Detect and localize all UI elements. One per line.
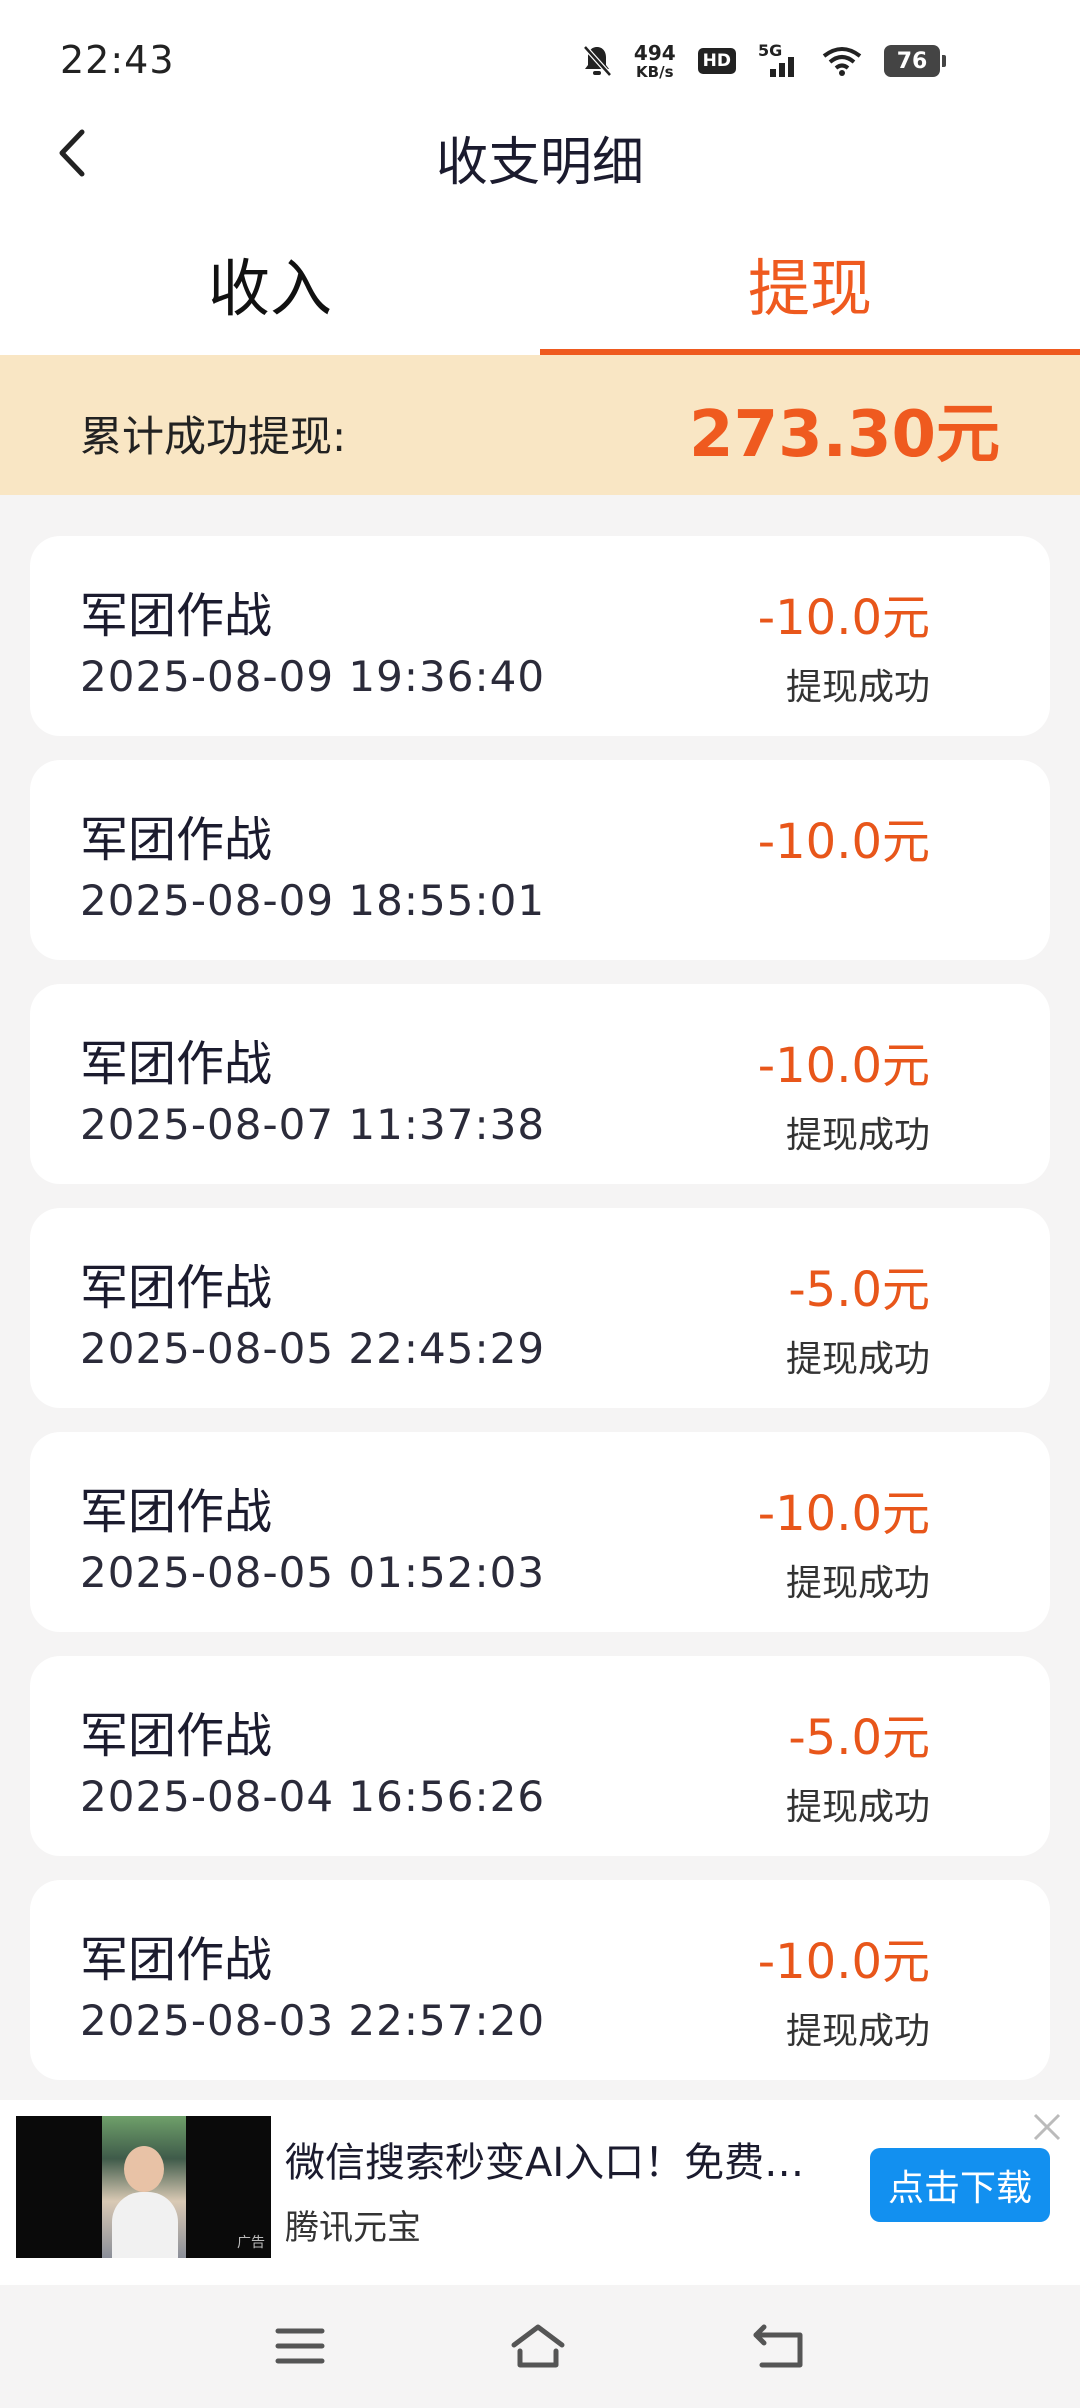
record-amount: -5.0元 [788,1262,930,1318]
network-speed-value: 494 [633,41,676,65]
record-time: 2025-08-05 01:52:03 [80,1548,546,1597]
ad-source: 腾讯元宝 [285,2208,421,2248]
record-status: 提现成功 [785,1563,930,1604]
record-amount: -10.0元 [757,590,930,646]
nav-menu-button[interactable] [270,2321,330,2371]
record-title: 军团作战 [80,1036,273,1092]
record-time: 2025-08-09 18:55:01 [80,876,546,925]
record-title: 军团作战 [80,1260,273,1316]
record-time: 2025-08-07 11:37:38 [80,1100,546,1149]
records-list: 军团作战 2025-08-09 19:36:40 -10.0元 提现成功 军团作… [30,536,1050,2104]
close-icon [1033,2113,1061,2141]
summary-value: 273.30元 [689,398,1000,472]
battery-icon: 76 [884,45,946,77]
record-title: 军团作战 [80,588,273,644]
summary-label: 累计成功提现: [80,412,347,461]
record-time: 2025-08-09 19:36:40 [80,652,546,701]
record-time: 2025-08-05 22:45:29 [80,1324,546,1373]
home-icon [511,2324,565,2368]
nav-home-button[interactable] [508,2321,568,2371]
record-status: 提现成功 [785,667,930,708]
return-icon [753,2324,803,2368]
record-title: 军团作战 [80,812,273,868]
record-status: 提现成功 [785,1787,930,1828]
ad-banner[interactable]: 广告 微信搜索秒变AI入口！免费… 腾讯元宝 点击下载 [0,2100,1080,2285]
list-item[interactable]: 军团作战 2025-08-07 11:37:38 -10.0元 提现成功 [30,984,1050,1184]
status-time: 22:43 [60,38,175,82]
wifi-icon [822,47,862,76]
withdraw-summary: 累计成功提现: 273.30元 [0,355,1080,495]
record-status: 提现成功 [785,1339,930,1380]
list-item[interactable]: 军团作战 2025-08-09 19:36:40 -10.0元 提现成功 [30,536,1050,736]
record-status: 提现成功 [785,2011,930,2052]
record-title: 军团作战 [80,1932,273,1988]
record-amount: -5.0元 [788,1710,930,1766]
ad-download-button[interactable]: 点击下载 [870,2148,1050,2222]
record-title: 军团作战 [80,1708,273,1764]
record-amount: -10.0元 [757,1486,930,1542]
tab-income[interactable]: 收入 [0,210,540,355]
system-nav-bar [0,2285,1080,2408]
mute-bell-icon [583,45,612,77]
ad-close-button[interactable] [1030,2110,1064,2144]
record-amount: -10.0元 [757,1038,930,1094]
network-type-label: 5G [758,41,783,60]
record-time: 2025-08-04 16:56:26 [80,1772,546,1821]
ad-thumbnail[interactable]: 广告 [16,2116,271,2258]
tab-withdraw[interactable]: 提现 [540,210,1080,355]
menu-icon [275,2328,325,2364]
status-icons: 494 KB/s HD 5G 76 [582,36,946,86]
list-item[interactable]: 军团作战 2025-08-05 22:45:29 -5.0元 提现成功 [30,1208,1050,1408]
record-title: 军团作战 [80,1484,273,1540]
nav-header: 收支明细 [0,100,1080,210]
list-item[interactable]: 军团作战 2025-08-03 22:57:20 -10.0元 提现成功 [30,1880,1050,2080]
record-amount: -10.0元 [757,1934,930,1990]
list-item[interactable]: 军团作战 2025-08-09 18:55:01 -10.0元 [30,760,1050,960]
list-item[interactable]: 军团作战 2025-08-05 01:52:03 -10.0元 提现成功 [30,1432,1050,1632]
ad-tag: 广告 [237,2235,265,2251]
signal-5g-icon: 5G [758,41,800,81]
battery-level: 76 [896,48,928,74]
list-item[interactable]: 军团作战 2025-08-04 16:56:26 -5.0元 提现成功 [30,1656,1050,1856]
nav-back-button[interactable] [750,2321,810,2371]
network-speed-unit: KB/s [636,63,674,81]
record-time: 2025-08-03 22:57:20 [80,1996,546,2045]
network-speed: 494 KB/s [634,42,676,80]
tab-bar: 收入 提现 [0,210,1080,355]
page-title: 收支明细 [435,133,644,193]
hd-badge: HD [697,48,736,74]
record-amount: -10.0元 [757,814,930,870]
record-status: 提现成功 [785,1115,930,1156]
ad-title[interactable]: 微信搜索秒变AI入口！免费… [285,2130,845,2188]
